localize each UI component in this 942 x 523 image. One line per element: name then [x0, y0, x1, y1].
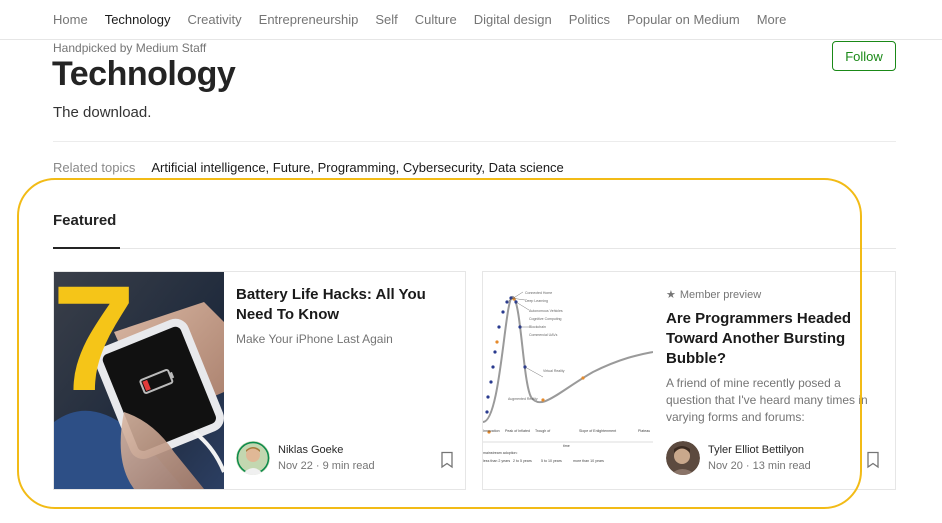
svg-text:Augmented Reality: Augmented Reality — [508, 397, 538, 401]
divider — [53, 141, 896, 142]
page-title: Technology — [52, 55, 236, 93]
article-text: ★ Member preview Are Programmers Headed … — [666, 272, 881, 489]
avatar[interactable] — [236, 441, 270, 475]
svg-text:Trough of: Trough of — [535, 429, 550, 433]
divider — [53, 248, 896, 249]
article-subtitle[interactable]: Make Your iPhone Last Again — [236, 331, 393, 348]
svg-text:5 to 10 years: 5 to 10 years — [541, 459, 562, 463]
article-title[interactable]: Battery Life Hacks: All You Need To Know — [236, 285, 451, 325]
related-topics-label: Related topics — [53, 160, 136, 175]
svg-text:Innovation: Innovation — [483, 429, 500, 433]
overlay-number: 7 — [54, 272, 135, 422]
topic-link-programming[interactable]: Programming, — [318, 160, 400, 175]
svg-text:Autonomous Vehicles: Autonomous Vehicles — [529, 309, 563, 313]
svg-text:more than 10 years: more than 10 years — [573, 459, 604, 463]
handpicked-label: Handpicked by Medium Staff — [53, 41, 207, 55]
member-preview-label: ★ Member preview — [666, 288, 762, 302]
author-name[interactable]: Niklas Goeke — [278, 442, 375, 458]
article-card[interactable]: 7 Battery Life Hacks: All You Need To Kn… — [52, 254, 466, 490]
avatar[interactable] — [666, 441, 700, 475]
article-card[interactable]: Connected Home Deep Learning Autonomous V… — [482, 271, 896, 490]
article-meta: Nov 20 · 13 min read — [708, 460, 811, 472]
star-icon: ★ — [666, 289, 676, 301]
svg-text:Virtual Reality: Virtual Reality — [543, 369, 565, 373]
bookmark-icon[interactable] — [439, 451, 455, 469]
article-subtitle[interactable]: A friend of mine recently posed a questi… — [666, 375, 881, 426]
svg-text:Cognitive Computing: Cognitive Computing — [529, 317, 562, 321]
nav-item-more[interactable]: More — [757, 12, 787, 27]
svg-text:Blockchain: Blockchain — [529, 325, 546, 329]
nav-item-creativity[interactable]: Creativity — [187, 12, 241, 27]
article-thumbnail[interactable]: Connected Home Deep Learning Autonomous V… — [482, 272, 654, 489]
nav-item-culture[interactable]: Culture — [415, 12, 457, 27]
svg-text:Peak of Inflated: Peak of Inflated — [505, 429, 530, 433]
nav-item-politics[interactable]: Politics — [569, 12, 610, 27]
svg-text:Plateau: Plateau — [638, 429, 650, 433]
article-thumbnail[interactable]: 7 — [52, 254, 226, 489]
nav-item-technology[interactable]: Technology — [105, 12, 171, 27]
topic-link-data-science[interactable]: Data science — [489, 160, 564, 175]
nav-item-home[interactable]: Home — [53, 12, 88, 27]
follow-button[interactable]: Follow — [832, 41, 896, 71]
nav-item-popular[interactable]: Popular on Medium — [627, 12, 740, 27]
tab-active-underline — [53, 247, 120, 249]
svg-text:Slope of Enlightenment: Slope of Enlightenment — [579, 429, 616, 433]
svg-text:Commercial UAVs: Commercial UAVs — [529, 333, 558, 337]
svg-text:Connected Home: Connected Home — [525, 291, 552, 295]
author-row: Tyler Elliot Bettilyon Nov 20 · 13 min r… — [666, 441, 811, 475]
svg-text:time: time — [563, 444, 570, 448]
svg-text:Deep Learning: Deep Learning — [525, 299, 548, 303]
phone-battery-image: 7 — [52, 254, 226, 489]
topic-nav: Home Technology Creativity Entrepreneurs… — [0, 0, 942, 40]
hype-cycle-image: Connected Home Deep Learning Autonomous V… — [482, 272, 654, 489]
nav-item-self[interactable]: Self — [375, 12, 397, 27]
article-text: Battery Life Hacks: All You Need To Know… — [236, 272, 455, 489]
topic-link-future[interactable]: Future, — [273, 160, 314, 175]
topic-link-ai[interactable]: Artificial intelligence, — [151, 160, 269, 175]
topic-link-cybersecurity[interactable]: Cybersecurity, — [403, 160, 485, 175]
svg-text:less than 2 years: less than 2 years — [483, 459, 510, 463]
member-preview-text: Member preview — [679, 288, 762, 301]
nav-item-digital-design[interactable]: Digital design — [474, 12, 552, 27]
article-title[interactable]: Are Programmers Headed Toward Another Bu… — [666, 309, 876, 369]
nav-item-entrepreneurship[interactable]: Entrepreneurship — [259, 12, 359, 27]
bookmark-icon[interactable] — [865, 451, 881, 469]
author-row: Niklas Goeke Nov 22 · 9 min read — [236, 441, 375, 475]
article-meta: Nov 22 · 9 min read — [278, 460, 375, 472]
tab-featured[interactable]: Featured — [53, 212, 116, 229]
page-subtitle: The download. — [53, 104, 152, 121]
svg-text:2 to 5 years: 2 to 5 years — [513, 459, 532, 463]
svg-text:mainstream adoption:: mainstream adoption: — [483, 451, 518, 455]
related-topics: Related topics Artificial intelligence, … — [53, 160, 564, 175]
author-name[interactable]: Tyler Elliot Bettilyon — [708, 442, 811, 458]
